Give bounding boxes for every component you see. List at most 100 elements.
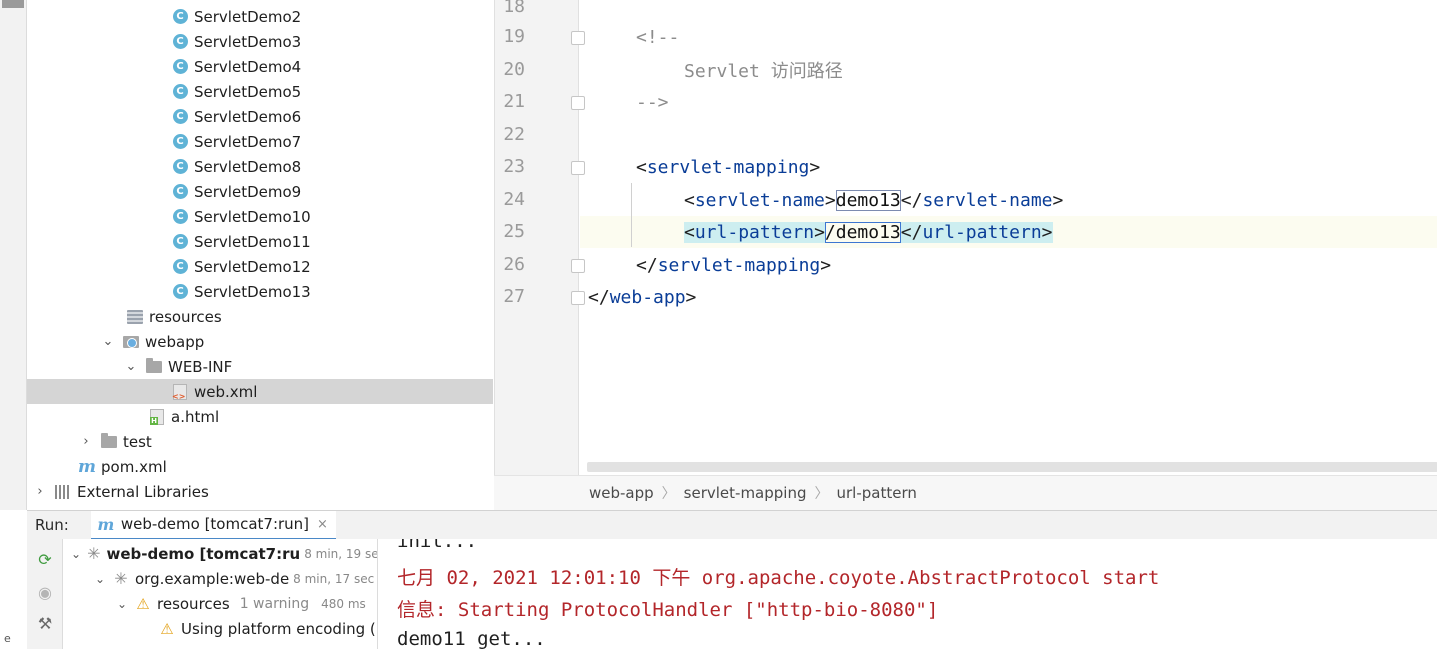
fold-marker-icon[interactable] xyxy=(571,259,585,273)
tree-item-servletdemo7[interactable]: C ServletDemo7 xyxy=(27,129,493,154)
code-editor[interactable]: 18 19 20 21 22 23 24 25 26 27 <!-- Servl… xyxy=(494,0,1437,475)
build-tree: ⌄ ✳ web-demo [tomcat7:ru 8 min, 19 sec ⌄… xyxy=(63,539,378,649)
build-node-encoding-warning[interactable]: ⚠ Using platform encoding ( xyxy=(63,616,377,641)
tree-item-servletdemo3[interactable]: C ServletDemo3 xyxy=(27,29,493,54)
line-number: 27 xyxy=(503,286,525,307)
line-gutter: 18 19 20 21 22 23 24 25 26 27 xyxy=(495,0,579,475)
servlet-name-value[interactable]: demo13 xyxy=(835,189,901,211)
tree-item-web-xml[interactable]: web.xml xyxy=(27,379,493,404)
fold-marker-icon[interactable] xyxy=(571,161,585,175)
maven-icon: m xyxy=(78,456,96,477)
tree-item-resources[interactable]: resources xyxy=(27,304,493,329)
build-node-resources[interactable]: ⌄ ⚠ resources 1 warning 480 ms xyxy=(63,591,377,616)
breadcrumb-item-web-app[interactable]: web-app xyxy=(589,484,654,502)
xml-file-icon xyxy=(172,383,188,401)
run-tab-web-demo[interactable]: m web-demo [tomcat7:run] × xyxy=(90,510,336,540)
code-line-26: </servlet-mapping > xyxy=(636,254,832,276)
run-toolbar: ⟳ ◉ ⚒ xyxy=(27,539,63,649)
library-icon xyxy=(55,484,71,500)
warning-icon: ⚠ xyxy=(136,594,150,613)
warning-icon: ⚠ xyxy=(160,619,174,638)
run-label: Run: xyxy=(35,516,69,534)
class-icon: C xyxy=(172,259,188,275)
class-icon: C xyxy=(172,159,188,175)
line-number: 24 xyxy=(503,189,525,210)
build-node-web-demo[interactable]: ⌄ ✳ web-demo [tomcat7:ru 8 min, 19 sec xyxy=(63,541,377,566)
chevron-down-icon[interactable]: ⌄ xyxy=(71,547,81,561)
tree-item-servletdemo2[interactable]: C ServletDemo2 xyxy=(27,4,493,29)
fold-marker-icon[interactable] xyxy=(571,31,585,45)
close-icon[interactable]: × xyxy=(317,517,328,532)
resources-folder-icon xyxy=(127,309,143,325)
line-number: 21 xyxy=(503,91,525,112)
tree-item-web-inf[interactable]: ⌄ WEB-INF xyxy=(27,354,493,379)
breadcrumb-item-servlet-mapping[interactable]: servlet-mapping xyxy=(684,484,807,502)
class-icon: C xyxy=(172,84,188,100)
class-icon: C xyxy=(172,34,188,50)
class-icon: C xyxy=(172,184,188,200)
tree-item-webapp[interactable]: ⌄ webapp xyxy=(27,329,493,354)
chevron-down-icon[interactable]: ⌄ xyxy=(93,572,107,586)
code-line-27: </web-app > xyxy=(588,286,697,308)
chevron-right-icon[interactable]: › xyxy=(33,484,47,499)
tree-item-servletdemo8[interactable]: C ServletDemo8 xyxy=(27,154,493,179)
fold-marker-icon[interactable] xyxy=(571,96,585,110)
chevron-down-icon[interactable]: ⌄ xyxy=(101,334,115,349)
tool-window-tab[interactable] xyxy=(2,0,24,8)
tree-item-servletdemo10[interactable]: C ServletDemo10 xyxy=(27,204,493,229)
folder-icon xyxy=(101,432,117,450)
maven-icon: m xyxy=(97,514,115,534)
chevron-down-icon[interactable]: ⌄ xyxy=(115,597,129,611)
tree-item-a-html[interactable]: a.html xyxy=(27,404,493,429)
code-line-19: <!-- xyxy=(636,26,680,48)
tree-item-test[interactable]: › test xyxy=(27,429,493,454)
class-icon: C xyxy=(172,9,188,25)
editor-horizontal-scrollbar[interactable] xyxy=(587,462,1437,472)
tree-item-servletdemo4[interactable]: C ServletDemo4 xyxy=(27,54,493,79)
tree-item-servletdemo13[interactable]: C ServletDemo13 xyxy=(27,279,493,304)
class-icon: C xyxy=(172,209,188,225)
console-output[interactable]: init... 七月 02, 2021 12:01:10 下午 org.apac… xyxy=(379,539,1437,649)
fold-marker-icon[interactable] xyxy=(571,291,585,305)
url-pattern-value[interactable]: /demo13 xyxy=(824,221,901,243)
line-number: 26 xyxy=(503,254,525,275)
side-tab-letter: e xyxy=(4,632,11,645)
left-tool-strip xyxy=(0,0,27,510)
wrench-icon[interactable]: ⚒ xyxy=(36,614,54,633)
class-icon: C xyxy=(172,234,188,250)
tree-item-servletdemo12[interactable]: C ServletDemo12 xyxy=(27,254,493,279)
tree-item-external-libraries[interactable]: › External Libraries xyxy=(27,479,493,504)
code-line-24: < servlet-name > demo13 </servlet-name > xyxy=(684,189,1064,211)
tree-item-servletdemo5[interactable]: C ServletDemo5 xyxy=(27,79,493,104)
build-node-org-example[interactable]: ⌄ ✳ org.example:web-de 8 min, 17 sec xyxy=(63,566,377,591)
project-tree: C ServletDemo2 C ServletDemo3 C ServletD… xyxy=(27,0,493,510)
breadcrumb-item-url-pattern[interactable]: url-pattern xyxy=(837,484,917,502)
code-line-21: --> xyxy=(636,91,669,113)
run-panel-header: Run: m web-demo [tomcat7:run] × xyxy=(27,510,1437,540)
indent-guide xyxy=(631,183,632,247)
line-number: 18 xyxy=(503,0,525,17)
class-icon: C xyxy=(172,59,188,75)
tree-item-servletdemo11[interactable]: C ServletDemo11 xyxy=(27,229,493,254)
line-number: 23 xyxy=(503,156,525,177)
code-line-25: <url-pattern>/demo13 </url-pattern> xyxy=(684,221,1053,243)
toggle-view-icon[interactable]: ◉ xyxy=(36,583,54,602)
tree-item-servletdemo9[interactable]: C ServletDemo9 xyxy=(27,179,493,204)
class-icon: C xyxy=(172,109,188,125)
console-line: demo11 get... xyxy=(397,628,546,649)
tree-item-pom-xml[interactable]: m pom.xml xyxy=(27,454,493,479)
spinner-icon: ✳ xyxy=(87,543,101,563)
line-number: 22 xyxy=(503,124,525,145)
chevron-down-icon[interactable]: ⌄ xyxy=(124,359,138,374)
folder-icon xyxy=(146,357,162,375)
rerun-icon[interactable]: ⟳ xyxy=(36,550,54,569)
html-file-icon xyxy=(149,408,165,425)
breadcrumb: web-app 〉 servlet-mapping 〉 url-pattern xyxy=(494,475,1437,510)
console-line: 信息: Starting ProtocolHandler ["http-bio-… xyxy=(397,599,939,621)
tree-item-servletdemo6[interactable]: C ServletDemo6 xyxy=(27,104,493,129)
spinner-icon: ✳ xyxy=(114,568,128,588)
line-number: 20 xyxy=(503,59,525,80)
chevron-right-icon[interactable]: › xyxy=(79,434,93,449)
console-line: 七月 02, 2021 12:01:10 下午 org.apache.coyot… xyxy=(397,567,1160,589)
code-line-23: < servlet-mapping > xyxy=(636,156,821,178)
